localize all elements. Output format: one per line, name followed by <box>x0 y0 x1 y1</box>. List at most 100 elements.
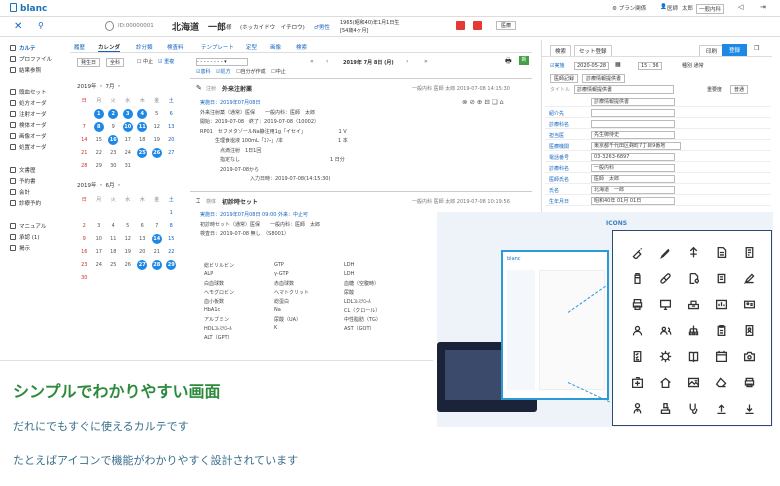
calendar-day[interactable]: 3 <box>92 219 107 232</box>
cancel-checkbox[interactable]: ☐ 中止 <box>137 58 153 65</box>
calendar-day[interactable]: 7 <box>150 219 165 232</box>
calendar-day[interactable]: 22 <box>164 245 179 258</box>
form-row-value[interactable] <box>591 109 675 117</box>
tab-lab[interactable]: 検査料 <box>167 43 184 51</box>
calendar-day[interactable]: 17 <box>121 133 136 146</box>
entry-injection[interactable]: ✎ 注射 外来注射薬 一般内科 医師 太郎 2019-07-08 14:15:3… <box>190 78 532 185</box>
sidebar-item[interactable]: プロファイル <box>10 55 52 63</box>
calendar-day[interactable]: 17 <box>92 245 107 258</box>
calendar-header[interactable]: 2019年 ・ 6月 ・ <box>77 181 122 189</box>
calendar-day[interactable]: 30 <box>106 159 121 172</box>
dept-filter-select[interactable]: 全科 <box>106 58 125 67</box>
form-row-value[interactable]: 昭和40年 01月 01日 <box>591 197 675 205</box>
next-week-icon[interactable]: » <box>424 58 428 65</box>
calendar-day[interactable]: 18 <box>135 133 150 146</box>
calendar-day[interactable]: 10 <box>92 232 107 245</box>
register-button[interactable]: 登録 <box>722 44 748 56</box>
sidebar-item[interactable]: 検体オーダ <box>10 121 47 129</box>
calendar-day[interactable]: 20 <box>164 133 179 146</box>
tab-calendar[interactable]: カレンダ <box>98 43 121 52</box>
form-row-value[interactable]: 先生御侍史 <box>591 131 675 139</box>
filter-cancel[interactable]: ☐中止 <box>271 69 286 75</box>
calendar-day[interactable]: 23 <box>106 146 121 159</box>
doc-subtype-select[interactable]: 診療情報提供書 <box>582 74 626 83</box>
date-field[interactable]: 2020-05-28 <box>574 62 610 70</box>
calendar-day[interactable]: 22 <box>92 146 107 159</box>
sidebar-item[interactable]: 診療予約 <box>10 199 41 207</box>
sidebar-item[interactable]: 文書歴 <box>10 166 36 174</box>
calendar-day[interactable]: 6 <box>135 219 150 232</box>
form-row-value[interactable]: 医師 太郎 <box>591 175 675 183</box>
close-icon[interactable]: ✕ <box>14 21 22 32</box>
time-field[interactable]: 15 : 36 <box>638 62 662 70</box>
center-select[interactable]: - - - - - - - - ▾ <box>196 58 248 66</box>
calendar-day[interactable]: 29 <box>92 159 107 172</box>
calendar-day[interactable]: 25 <box>106 258 121 271</box>
calendar-day[interactable]: 15 <box>164 232 179 245</box>
calendar-day[interactable]: 31 <box>121 159 136 172</box>
sidebar-item[interactable]: 結果参照 <box>10 66 41 74</box>
executed-checkbox[interactable]: ☑実施 <box>550 62 564 69</box>
calendar-day[interactable]: 13 <box>135 232 150 245</box>
calendar-day[interactable]: 21 <box>77 146 92 159</box>
calendar-day[interactable]: 19 <box>121 245 136 258</box>
calendar-day[interactable]: 19 <box>150 133 165 146</box>
tab-search[interactable]: 検索 <box>296 43 307 51</box>
calendar-day[interactable]: 12 <box>150 120 165 133</box>
calendar-header[interactable]: 2019年 ・ 7月 ・ <box>77 82 122 90</box>
calendar-day[interactable]: 21 <box>150 245 165 258</box>
title-input[interactable]: 診療情報提供書 <box>574 85 674 94</box>
alert-icon[interactable] <box>456 21 465 30</box>
dept-select[interactable]: 一般内科 <box>696 4 725 14</box>
calendar-day[interactable]: 8 <box>164 219 179 232</box>
tab-template[interactable]: テンプレート <box>201 43 234 51</box>
calendar-day[interactable]: 26 <box>121 258 136 271</box>
calendar-day[interactable]: 3 <box>121 107 136 120</box>
calendar-day[interactable]: 5 <box>150 107 165 120</box>
calendar-day[interactable]: 24 <box>92 258 107 271</box>
calendar-icon[interactable]: ▦ <box>615 61 621 68</box>
duplicate-checkbox[interactable]: ☑ 重複 <box>158 58 174 65</box>
calendar-day[interactable]: 16 <box>77 245 92 258</box>
sidebar-item[interactable]: カルテ <box>10 44 36 52</box>
form-row-value[interactable] <box>591 120 675 128</box>
prev-week-icon[interactable]: « <box>310 58 314 65</box>
calendar-day[interactable]: 24 <box>121 146 136 159</box>
sidebar-item[interactable]: 注射オーダ <box>10 110 47 118</box>
calendar-day[interactable]: 11 <box>135 120 150 133</box>
doc-type-select[interactable]: 医師記録 <box>550 74 579 83</box>
priority-select[interactable]: 普通 <box>730 85 749 94</box>
calendar-day[interactable]: 30 <box>77 271 92 284</box>
sidebar-item[interactable]: 処置オーダ <box>10 143 47 151</box>
calendar-day[interactable]: 4 <box>135 107 150 120</box>
calendar-day[interactable]: 28 <box>150 258 165 271</box>
sidebar-item[interactable]: 承認 (1) <box>10 233 40 241</box>
clipboard-icon[interactable]: ❐ <box>754 45 759 52</box>
next-day-icon[interactable]: › <box>406 58 408 65</box>
date-type-select[interactable]: 発生日 <box>77 58 101 67</box>
calendar-day[interactable]: 12 <box>121 232 136 245</box>
insurance-select[interactable]: 医療 <box>496 21 517 30</box>
calendar-day[interactable]: 6 <box>164 107 179 120</box>
form-row-value[interactable]: 東京都千代田区麹町7丁目9番地 <box>591 142 681 150</box>
calendar-day[interactable]: 20 <box>135 245 150 258</box>
calendar-day[interactable]: 2 <box>77 219 92 232</box>
form-row-value[interactable]: 03-3263-6897 <box>591 153 675 161</box>
calendar-day[interactable]: 9 <box>77 232 92 245</box>
sidebar-item[interactable]: 予約書 <box>10 177 36 185</box>
megaphone-icon[interactable]: ◁ <box>738 3 743 11</box>
form-row-value[interactable]: 一般内科 <box>591 164 675 172</box>
calendar-day[interactable]: 5 <box>121 219 136 232</box>
calendar-day[interactable]: 23 <box>77 258 92 271</box>
print-icon[interactable]: 🖶 <box>505 57 512 68</box>
tab-routine[interactable]: 定型 <box>246 43 257 51</box>
form-row-value[interactable]: 診療情報提供書 <box>591 98 675 106</box>
calendar-day[interactable]: 16 <box>106 133 121 146</box>
filter-rx[interactable]: ☑処方 <box>216 69 231 75</box>
calendar-day[interactable]: 14 <box>150 232 165 245</box>
warning-icon[interactable] <box>473 21 482 30</box>
calendar-day[interactable]: 25 <box>135 146 150 159</box>
tab-images[interactable]: 画像 <box>270 43 281 51</box>
sidebar-item[interactable]: 頭血セット <box>10 88 47 96</box>
prev-day-icon[interactable]: ‹ <box>326 58 328 65</box>
